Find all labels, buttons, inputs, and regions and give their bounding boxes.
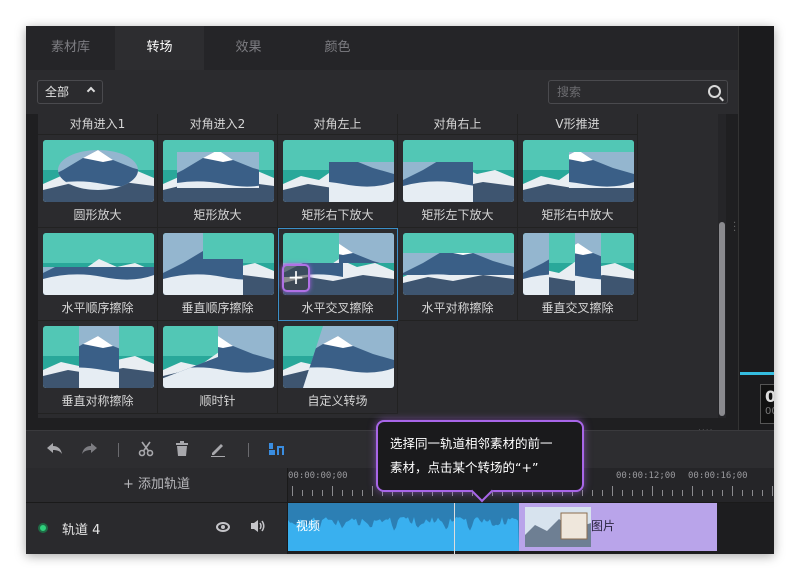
transition-item[interactable]: 对角左上 xyxy=(278,114,398,135)
transition-label: 矩形放大 xyxy=(193,208,242,222)
transition-thumbnail[interactable] xyxy=(523,233,634,295)
add-track-button[interactable]: + 添加轨道 xyxy=(26,468,288,502)
transition-label: 圆形放大 xyxy=(73,208,122,222)
transition-thumbnail[interactable] xyxy=(43,326,154,388)
redo-icon[interactable] xyxy=(80,441,98,461)
track-header: 轨道 4 xyxy=(26,502,288,554)
add-transition-button[interactable]: + xyxy=(282,264,310,292)
preview-panel xyxy=(738,26,774,430)
transition-item[interactable]: 对角进入1 xyxy=(38,114,158,135)
transition-thumbnail[interactable] xyxy=(163,326,274,388)
split-icon[interactable] xyxy=(268,441,286,461)
transition-label: 对角左上 xyxy=(313,117,362,131)
edit-icon[interactable] xyxy=(210,441,226,461)
scissors-icon[interactable] xyxy=(138,441,154,461)
tab-media-library[interactable]: 素材库 xyxy=(26,26,115,70)
hint-tooltip: 选择同一轨道相邻素材的前一 素材，点击某个转场的“+” xyxy=(376,420,584,492)
transition-label: 垂直对称擦除 xyxy=(61,394,134,408)
image-clip[interactable]: 图片 xyxy=(519,503,717,551)
transitions-grid: 对角进入1 对角进入2 对角左上 对角右上 V形推进圆形放大 矩形放大 矩形右下放大 矩形左下… xyxy=(38,114,718,418)
track-status-dot[interactable] xyxy=(38,523,48,533)
transition-thumbnail[interactable] xyxy=(43,140,154,202)
transition-label: 矩形右下放大 xyxy=(301,208,374,222)
transition-item[interactable]: 垂直对称擦除 xyxy=(38,321,158,414)
speaker-icon[interactable] xyxy=(250,518,266,538)
undo-icon[interactable] xyxy=(46,441,64,461)
eye-icon[interactable] xyxy=(216,522,230,532)
transition-label: 顺时针 xyxy=(199,394,236,408)
transition-item[interactable]: 水平对称擦除 xyxy=(398,228,518,321)
dropdown-value: 全部 xyxy=(45,85,70,99)
search-input[interactable] xyxy=(549,81,699,103)
video-clip[interactable]: 视频 xyxy=(288,503,519,551)
transition-label: 垂直顺序擦除 xyxy=(181,301,254,315)
search-box xyxy=(548,80,728,104)
transition-item[interactable]: + 水平交叉擦除 xyxy=(278,228,398,321)
transition-label: 自定义转场 xyxy=(307,394,368,408)
clip-label: 视频 xyxy=(296,519,321,533)
transition-label: V形推进 xyxy=(555,117,600,131)
transition-item[interactable]: 矩形右下放大 xyxy=(278,135,398,228)
transition-label: 对角进入2 xyxy=(189,117,246,131)
transition-item[interactable]: 矩形右中放大 xyxy=(518,135,638,228)
trash-icon[interactable] xyxy=(174,441,190,461)
transition-item[interactable]: 自定义转场 xyxy=(278,321,398,414)
transition-thumbnail[interactable] xyxy=(163,140,274,202)
transition-label: 水平对称擦除 xyxy=(421,301,494,315)
tab-colors[interactable]: 颜色 xyxy=(293,26,382,70)
transition-thumbnail[interactable] xyxy=(403,140,514,202)
timecode-main: 0 xyxy=(765,387,774,406)
transition-label: 水平交叉擦除 xyxy=(301,301,374,315)
transition-item[interactable]: 对角进入2 xyxy=(158,114,278,135)
preview-timecode: 000 xyxy=(760,384,774,424)
transition-label: 对角右上 xyxy=(433,117,482,131)
filter-bar: 全部 xyxy=(26,70,738,114)
category-dropdown[interactable]: 全部 xyxy=(37,80,103,104)
transition-item[interactable]: 对角右上 xyxy=(398,114,518,135)
toolbar-divider xyxy=(118,443,119,457)
playhead[interactable] xyxy=(454,503,455,554)
tab-effects[interactable]: 效果 xyxy=(204,26,293,70)
toolbar-divider xyxy=(248,443,249,457)
transition-item[interactable]: 垂直顺序擦除 xyxy=(158,228,278,321)
transition-label: 水平顺序擦除 xyxy=(61,301,134,315)
transition-item[interactable]: V形推进 xyxy=(518,114,638,135)
timecode-sub: 00 xyxy=(765,406,774,417)
audio-waveform xyxy=(288,517,519,551)
transition-label: 矩形右中放大 xyxy=(541,208,614,222)
tab-transitions[interactable]: 转场 xyxy=(115,26,204,70)
editor-window: 素材库 转场 效果 颜色 000 ··· 全部 对角进入1对角进入2对角左上对角… xyxy=(26,26,774,554)
transition-item[interactable]: 垂直交叉擦除 xyxy=(518,228,638,321)
image-clip-thumbnail xyxy=(525,507,591,547)
panel-tabs: 素材库 转场 效果 颜色 xyxy=(26,26,738,70)
clip-label: 图片 xyxy=(591,519,616,533)
transition-thumbnail[interactable] xyxy=(283,140,394,202)
transition-thumbnail[interactable] xyxy=(43,233,154,295)
transition-label: 对角进入1 xyxy=(69,117,126,131)
transition-item[interactable]: 顺时针 xyxy=(158,321,278,414)
transition-label: 矩形左下放大 xyxy=(421,208,494,222)
transition-item[interactable]: 圆形放大 xyxy=(38,135,158,228)
transition-item[interactable]: 矩形放大 xyxy=(158,135,278,228)
chevron-up-icon xyxy=(86,86,96,96)
preview-progress-bar[interactable] xyxy=(740,372,774,375)
transition-thumbnail[interactable] xyxy=(403,233,514,295)
tooltip-line: 选择同一轨道相邻素材的前一 xyxy=(390,436,553,451)
track-lane: 视频 图片 xyxy=(288,502,774,554)
transition-item[interactable]: 水平顺序擦除 xyxy=(38,228,158,321)
transition-thumbnail[interactable] xyxy=(523,140,634,202)
search-icon[interactable] xyxy=(708,85,721,98)
panel-resize-handle[interactable]: · · · xyxy=(733,219,736,237)
transition-item[interactable]: 矩形左下放大 xyxy=(398,135,518,228)
transition-thumbnail[interactable] xyxy=(163,233,274,295)
transition-thumbnail[interactable] xyxy=(283,326,394,388)
track-name: 轨道 4 xyxy=(62,523,101,538)
tooltip-line: 素材，点击某个转场的“+” xyxy=(390,460,539,475)
grid-scrollbar-thumb[interactable] xyxy=(719,222,725,416)
transition-label: 垂直交叉擦除 xyxy=(541,301,614,315)
